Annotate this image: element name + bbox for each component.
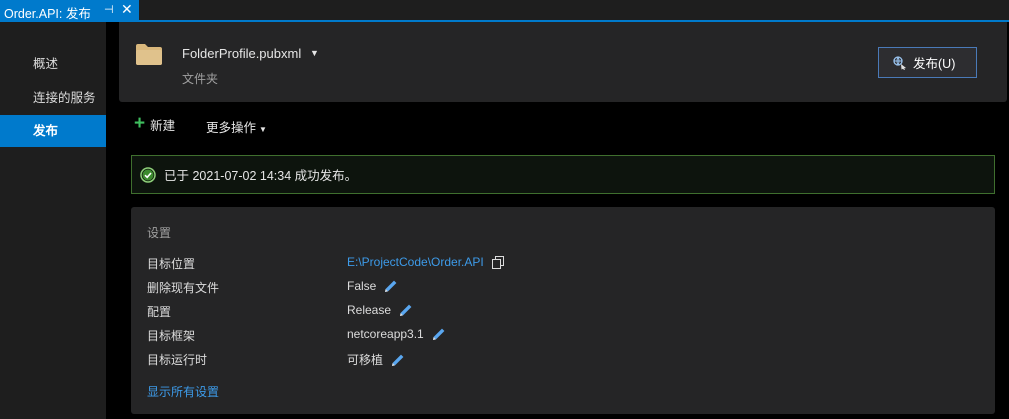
profile-type: 文件夹 xyxy=(182,72,219,86)
show-all-settings-link[interactable]: 显示所有设置 xyxy=(147,383,219,400)
sidebar-item-label: 概述 xyxy=(33,57,59,71)
banner-message: 已于 2021-07-02 14:34 成功发布。 xyxy=(164,169,358,183)
setting-label: 目标运行时 xyxy=(147,353,208,367)
setting-label: 目标位置 xyxy=(147,257,196,271)
more-actions-button[interactable]: 更多操作 ▼ xyxy=(206,117,267,136)
folder-icon xyxy=(136,44,162,65)
publish-success-banner: 已于 2021-07-02 14:34 成功发布。 xyxy=(131,155,995,194)
chevron-down-icon: ▼ xyxy=(259,125,267,134)
setting-label: 删除现有文件 xyxy=(147,281,220,295)
target-runtime-value: 可移植 xyxy=(347,353,384,367)
settings-title: 设置 xyxy=(147,226,172,240)
publish-icon xyxy=(893,55,906,70)
sidebar-item-label: 连接的服务 xyxy=(33,91,96,105)
chevron-down-icon[interactable]: ▼ xyxy=(310,48,319,58)
setting-value-configuration: Release xyxy=(347,303,413,317)
sidebar-item-overview[interactable]: 概述 xyxy=(0,48,106,80)
pencil-icon[interactable] xyxy=(432,327,446,341)
new-profile-label: 新建 xyxy=(150,118,176,133)
profile-header: FolderProfile.pubxml ▼ 文件夹 发布(U) xyxy=(119,22,1007,102)
document-tab-strip: Order.API: 发布 ⊣ ✕ xyxy=(0,0,1009,22)
tab-title: Order.API: 发布 xyxy=(4,7,91,21)
publish-button[interactable]: 发布(U) xyxy=(878,47,977,78)
close-icon[interactable]: ✕ xyxy=(121,1,133,18)
target-location-link[interactable]: E:\ProjectCode\Order.API xyxy=(347,255,484,269)
copy-icon[interactable] xyxy=(491,255,504,269)
setting-label: 目标框架 xyxy=(147,329,196,343)
delete-existing-value: False xyxy=(347,279,377,293)
pencil-icon[interactable] xyxy=(399,303,413,317)
pencil-icon[interactable] xyxy=(391,353,405,367)
publish-button-label: 发布(U) xyxy=(913,57,956,71)
sidebar-item-connected-services[interactable]: 连接的服务 xyxy=(0,82,106,114)
sidebar-item-publish[interactable]: 发布 xyxy=(0,115,106,147)
sidebar-item-label: 发布 xyxy=(33,124,59,138)
profile-selector[interactable]: FolderProfile.pubxml xyxy=(182,46,301,61)
pin-icon[interactable]: ⊣ xyxy=(104,3,114,16)
setting-value-target-location: E:\ProjectCode\Order.API xyxy=(347,255,504,269)
setting-value-target-runtime: 可移植 xyxy=(347,351,405,368)
plus-icon: + xyxy=(134,113,146,134)
more-actions-label: 更多操作 xyxy=(206,121,257,135)
target-framework-value: netcoreapp3.1 xyxy=(347,327,424,341)
configuration-value: Release xyxy=(347,303,392,317)
document-tab[interactable]: Order.API: 发布 ⊣ ✕ xyxy=(0,0,139,21)
setting-value-delete-existing: False xyxy=(347,279,398,293)
sidebar: 概述 连接的服务 发布 xyxy=(0,22,106,419)
pencil-icon[interactable] xyxy=(384,279,398,293)
setting-label: 配置 xyxy=(147,305,172,319)
new-profile-button[interactable]: + 新建 xyxy=(134,113,176,134)
check-circle-icon xyxy=(140,166,156,183)
setting-value-target-framework: netcoreapp3.1 xyxy=(347,327,446,341)
settings-panel: 设置 目标位置 E:\ProjectCode\Order.API 删除现有文件 … xyxy=(131,207,995,414)
